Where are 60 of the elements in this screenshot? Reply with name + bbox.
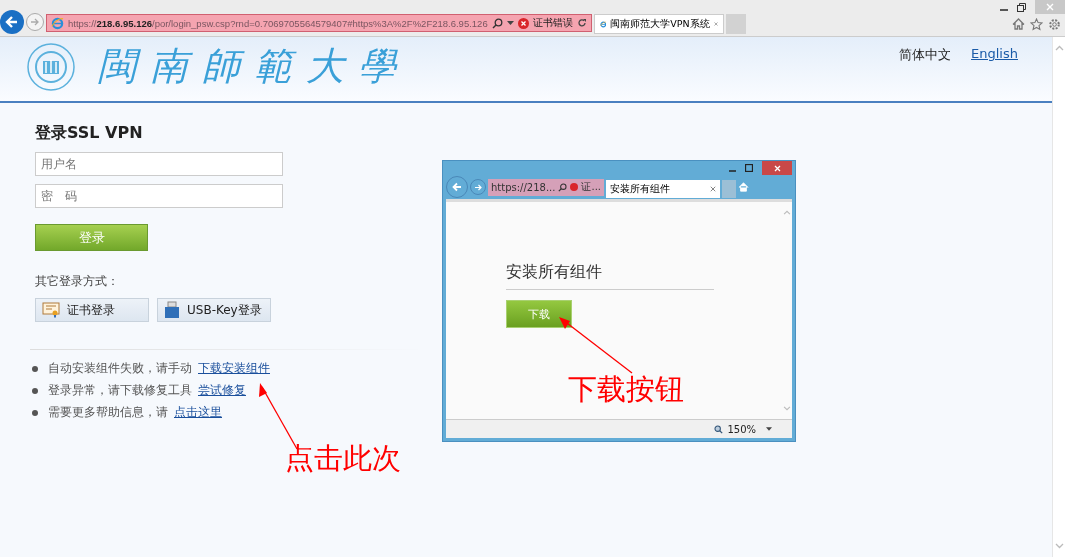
scroll-up-icon — [783, 210, 791, 215]
help-link[interactable]: 下载安装组件 — [198, 360, 270, 377]
scroll-down-icon — [783, 406, 791, 411]
back-arrow-icon — [5, 15, 19, 29]
help-text: 登录异常，请下载修复工具 — [48, 382, 192, 399]
zoom-level: 150% — [727, 423, 756, 435]
language-link[interactable]: 简体中文 — [899, 46, 952, 64]
caret-icon[interactable] — [506, 21, 514, 25]
login-title: 登录SSL VPN — [35, 123, 143, 144]
annotation-text: 下载按钮 — [568, 371, 684, 408]
certificate-icon — [42, 302, 60, 318]
url-text: https://218.6.95.126/por/login_psw.csp?rnd=0.7069705564579407#https%3A%2F%2F218.6.95.126 — [68, 17, 488, 29]
home-icon[interactable] — [1012, 18, 1025, 30]
language-link[interactable]: English — [971, 46, 1018, 64]
alt-login-button[interactable]: 证书登录 — [35, 298, 149, 322]
help-link[interactable]: 点击这里 — [174, 404, 222, 421]
bullet-icon — [32, 365, 38, 372]
annotation-text: 点击此次 — [285, 440, 401, 477]
close-icon — [773, 164, 781, 172]
alt-login-button[interactable]: USB-Key登录 — [157, 298, 271, 322]
zoom-icon — [714, 424, 724, 434]
back-button[interactable] — [0, 10, 24, 34]
home-icon — [738, 182, 749, 192]
forward-arrow-icon — [30, 17, 40, 27]
install-heading: 安装所有组件 — [506, 262, 602, 283]
error-icon — [570, 183, 579, 191]
usb-drive-icon — [164, 301, 180, 319]
maximize-icon — [745, 164, 753, 172]
help-link[interactable]: 尝试修复 — [198, 382, 246, 399]
browser-icon — [51, 16, 64, 30]
help-text: 自动安装组件失败，请手动 — [48, 360, 192, 377]
star-icon[interactable] — [1030, 18, 1043, 31]
refresh-icon[interactable] — [576, 18, 587, 28]
scroll-up-icon[interactable] — [1054, 45, 1064, 51]
close-icon[interactable] — [713, 20, 718, 28]
browser-tab[interactable]: 闽南师范大学VPN系统 — [593, 14, 724, 34]
address-bar[interactable]: https://218.6.95.126/por/login_psw.csp?rnd=0.7069705564579407#https%3A%2F%2F218.6.95.126 证书错误 — [46, 14, 592, 32]
search-icon — [558, 182, 568, 192]
bullet-icon — [32, 387, 38, 394]
other-methods-label: 其它登录方式： — [35, 273, 119, 290]
restore-icon[interactable] — [1017, 2, 1026, 12]
url-text: https://218... — [491, 181, 556, 193]
settings-icon[interactable] — [1048, 18, 1061, 31]
certificate-error-label: 证... — [581, 180, 601, 194]
bullet-icon — [32, 409, 38, 416]
close-icon — [1046, 3, 1054, 11]
emblem-icon — [26, 41, 76, 92]
password-field[interactable]: 密 码 — [35, 184, 283, 208]
username-field[interactable]: 用户名 — [35, 152, 283, 176]
search-icon[interactable] — [491, 17, 503, 29]
caret-icon — [766, 427, 772, 431]
error-icon — [517, 17, 529, 29]
scrollbar[interactable] — [1052, 37, 1065, 557]
university-name: 閩南師範大學 — [98, 43, 410, 90]
certificate-error-label[interactable]: 证书错误 — [532, 16, 573, 30]
back-arrow-icon — [451, 181, 463, 193]
help-text: 需要更多帮助信息，请 — [48, 404, 168, 421]
scroll-down-icon[interactable] — [1054, 543, 1064, 549]
close-icon — [710, 186, 716, 192]
forward-button[interactable] — [26, 13, 44, 31]
